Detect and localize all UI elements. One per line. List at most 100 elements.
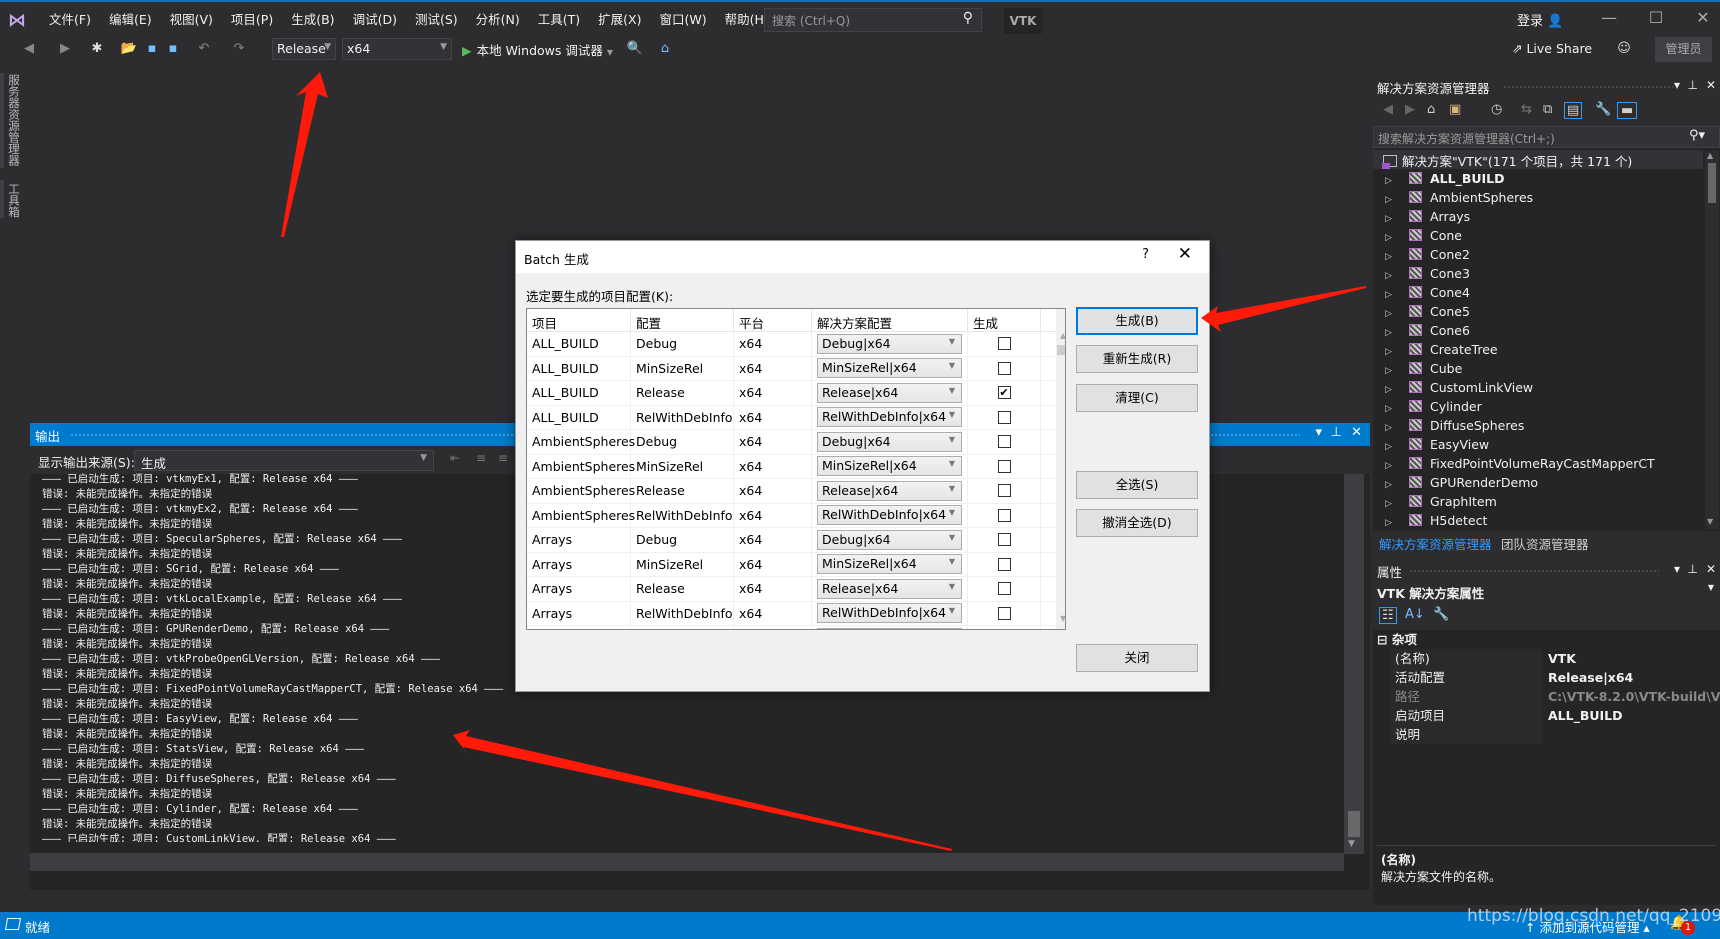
solution-root-node[interactable]: 解决方案"VTK"(171 个项目，共 171 个) xyxy=(1373,150,1703,169)
live-share-button[interactable]: ⇗ Live Share xyxy=(1512,41,1592,56)
close-icon[interactable]: ✕ xyxy=(1351,425,1362,440)
toolbox-tab[interactable]: 工具箱 xyxy=(6,183,22,218)
save-all-icon[interactable]: ▪ xyxy=(164,41,182,56)
project-node[interactable]: ▷ FixedPointVolumeRayCastMapperCT xyxy=(1373,454,1703,473)
solution-config-dropdown[interactable]: Debug|x64▼ xyxy=(817,333,962,354)
project-node[interactable]: ▷ Cube xyxy=(1373,359,1703,378)
table-row[interactable]: ALL_BUILD RelWithDebInfo x64 RelWithDebInfo… xyxy=(527,405,1065,430)
property-value[interactable]: C:\VTK-8.2.0\VTK-build\VTK xyxy=(1544,687,1720,706)
properties-object-selector[interactable]: VTK 解决方案属性 ▼ xyxy=(1373,580,1720,603)
pin-icon[interactable]: ⊥ xyxy=(1688,78,1698,92)
back-icon[interactable]: ◀ xyxy=(1383,102,1393,117)
solution-config-dropdown[interactable]: Debug|x64▼ xyxy=(817,529,962,550)
build-checkbox[interactable] xyxy=(997,459,1011,473)
redo-icon[interactable]: ↷ xyxy=(230,41,248,56)
property-row[interactable]: 活动配置 Release|x64 xyxy=(1373,668,1720,687)
drag-grip[interactable] xyxy=(1503,85,1673,89)
table-row[interactable]: AmbientSpheres Release x64 Release|x64 ▼ xyxy=(527,479,1065,504)
preview-selected-icon[interactable]: ▬ xyxy=(1617,102,1638,119)
project-node[interactable]: ▷ EasyView xyxy=(1373,435,1703,454)
menu-extensions[interactable]: 扩展(X) xyxy=(589,11,650,29)
global-search-input[interactable]: 搜索 (Ctrl+Q) ⚲ xyxy=(764,8,982,32)
property-row[interactable]: 启动项目 ALL_BUILD xyxy=(1373,706,1720,725)
table-row[interactable]: AmbientSpheres RelWithDebInfo x64 RelWithDe… xyxy=(527,503,1065,528)
solution-config-dropdown[interactable]: RelWithDebInfo|x64 ▼ xyxy=(817,505,962,526)
server-explorer-tab[interactable]: 服务器资源管理器 xyxy=(6,74,22,166)
solution-explorer-scrollbar[interactable]: ▲ ▼ xyxy=(1705,151,1719,529)
solution-config-dropdown[interactable]: MinSizeRel|x64 ▼ xyxy=(817,358,962,379)
alphabetical-icon[interactable]: A↓ xyxy=(1405,607,1425,622)
menu-file[interactable]: 文件(F) xyxy=(40,11,100,29)
menu-test[interactable]: 测试(S) xyxy=(406,11,467,29)
solution-config-dropdown[interactable]: Debug|x64▼ xyxy=(817,431,962,452)
build-checkbox[interactable] xyxy=(997,361,1011,375)
property-row[interactable]: 说明 xyxy=(1373,725,1720,744)
maximize-button[interactable]: ☐ xyxy=(1644,8,1668,27)
window-position-dropdown-icon[interactable]: ▾ xyxy=(1315,425,1322,440)
clean-button[interactable]: 清理(C) xyxy=(1076,384,1198,412)
sync-icon[interactable]: ⇆ xyxy=(1521,102,1532,117)
table-row[interactable]: ALL_BUILD MinSizeRel x64 MinSizeRel|x64 ▼ xyxy=(527,356,1065,381)
solution-explorer-search-input[interactable]: 搜索解决方案资源管理器(Ctrl+;) ⚲▾ xyxy=(1373,126,1720,148)
sign-in-button[interactable]: 登录 👤 xyxy=(1517,10,1563,29)
table-row[interactable]: ALL_BUILD Release x64 Release|x64 ▼ ✔ xyxy=(527,381,1065,406)
build-checkbox[interactable] xyxy=(997,435,1011,449)
rebuild-button[interactable]: 重新生成(R) xyxy=(1076,345,1198,373)
output-source-dropdown[interactable]: 生成 ▼ xyxy=(134,450,434,471)
categorized-icon[interactable]: ☷ xyxy=(1379,607,1397,624)
undo-icon[interactable]: ↶ xyxy=(195,41,213,56)
project-node[interactable]: ▷ DiffuseSpheres xyxy=(1373,416,1703,435)
category-misc[interactable]: ⊟ 杂项 xyxy=(1373,630,1720,649)
scroll-down-icon[interactable]: ▼ xyxy=(1060,614,1065,623)
project-node[interactable]: ▷ AmbientSpheres xyxy=(1373,188,1703,207)
solution-config-dropdown[interactable]: RelWithDebInfo|x64 ▼ xyxy=(817,603,962,624)
column-project[interactable]: 项目 xyxy=(527,309,631,331)
property-row[interactable]: 路径 C:\VTK-8.2.0\VTK-build\VTK xyxy=(1373,687,1720,706)
project-node[interactable]: ▷ Cone xyxy=(1373,226,1703,245)
project-node[interactable]: ▷ Cone3 xyxy=(1373,264,1703,283)
column-build[interactable]: 生成 xyxy=(968,309,1041,331)
solution-config-dropdown[interactable]: Release|x64 ▼ xyxy=(817,578,962,599)
save-icon[interactable]: ▪ xyxy=(143,41,161,56)
pin-icon[interactable]: ⊥ xyxy=(1331,425,1342,440)
build-checkbox[interactable] xyxy=(997,533,1011,547)
property-value[interactable]: Release|x64 xyxy=(1544,668,1720,687)
column-solution-config[interactable]: 解决方案配置 xyxy=(812,309,968,331)
close-window-button[interactable]: ✕ xyxy=(1691,8,1715,27)
build-checkbox[interactable] xyxy=(997,582,1011,596)
build-checkbox[interactable] xyxy=(997,484,1011,498)
build-checkbox[interactable] xyxy=(997,557,1011,571)
feedback-icon[interactable]: ☺ xyxy=(1615,41,1633,56)
property-value[interactable]: VTK xyxy=(1544,649,1720,668)
table-row[interactable]: Arrays MinSizeRel x64 MinSizeRel|x64 ▼ xyxy=(527,552,1065,577)
table-row[interactable]: ALL_BUILD Debug x64 Debug|x64 ▼ xyxy=(527,332,1065,357)
project-node[interactable]: ▷ Cone6 xyxy=(1373,321,1703,340)
close-icon[interactable]: ✕ xyxy=(1706,562,1716,576)
switch-views-icon[interactable]: ▣ xyxy=(1449,102,1461,117)
column-config[interactable]: 配置 xyxy=(631,309,734,331)
build-button[interactable]: 生成(B) xyxy=(1076,307,1198,335)
project-node[interactable]: ▷ CustomLinkView xyxy=(1373,378,1703,397)
solution-config-dropdown[interactable]: MinSizeRel|x64 ▼ xyxy=(817,554,962,575)
table-row[interactable]: AmbientSpheres MinSizeRel x64 MinSizeRel|x6… xyxy=(527,454,1065,479)
table-row[interactable]: Arrays RelWithDebInfo x64 RelWithDebInfo|x6… xyxy=(527,601,1065,626)
solution-config-dropdown[interactable]: Debug|x64▼ xyxy=(817,627,962,629)
next-message-icon[interactable]: ≡ xyxy=(498,451,508,465)
minimize-button[interactable]: — xyxy=(1597,8,1621,27)
build-checkbox[interactable]: ✔ xyxy=(997,386,1011,400)
open-folder-icon[interactable]: 📂 xyxy=(120,41,138,56)
build-checkbox[interactable] xyxy=(997,606,1011,620)
menu-project[interactable]: 项目(P) xyxy=(222,11,282,29)
project-node[interactable]: ▷ H5detect xyxy=(1373,511,1703,530)
table-row[interactable]: Arrays Debug x64 Debug|x64 ▼ xyxy=(527,528,1065,553)
project-node[interactable]: ▷ GraphItem xyxy=(1373,492,1703,511)
collapse-icon[interactable]: ⊟ xyxy=(1377,632,1387,647)
menu-window[interactable]: 窗口(W) xyxy=(650,11,715,29)
scroll-down-icon[interactable]: ▼ xyxy=(1348,839,1355,849)
back-icon[interactable]: ◀ xyxy=(20,41,38,56)
new-item-icon[interactable]: ✱ xyxy=(88,41,106,56)
pin-icon[interactable]: ⊥ xyxy=(1688,562,1698,576)
scrollbar-thumb[interactable] xyxy=(1708,163,1716,203)
build-checkbox[interactable] xyxy=(997,508,1011,522)
collapse-all-icon[interactable]: ⧉ xyxy=(1543,102,1552,117)
